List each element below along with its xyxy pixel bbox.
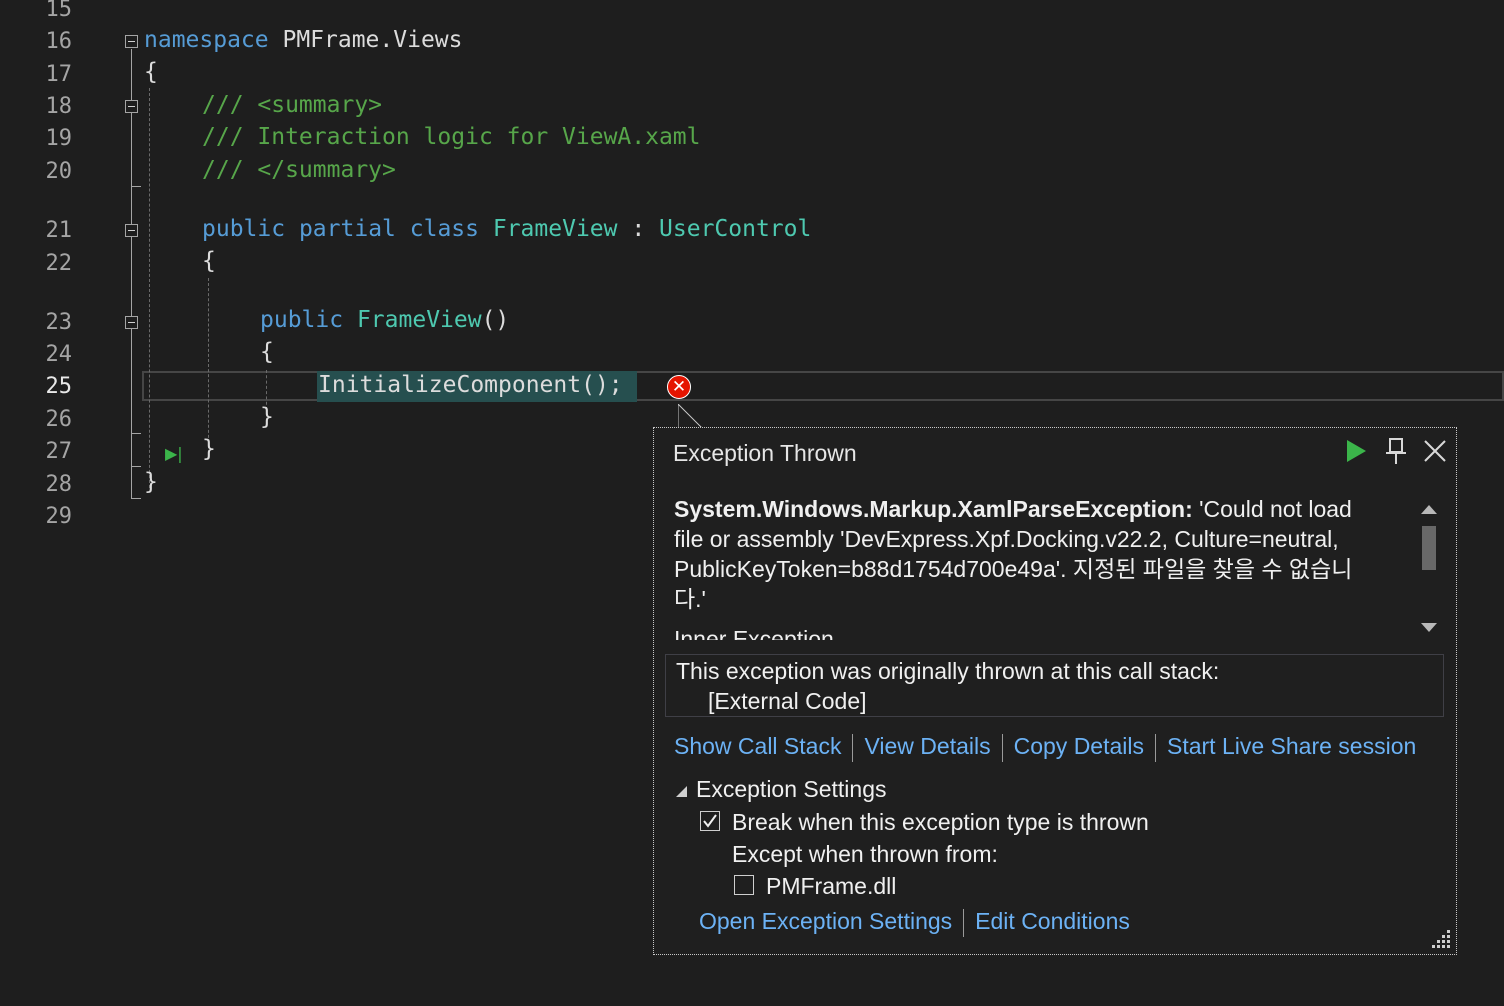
outline-bar [131, 49, 132, 499]
link-separator [1155, 733, 1156, 762]
code-line-19: /// Interaction logic for ViewA.xaml [202, 124, 701, 150]
code-token: FrameView [492, 216, 618, 242]
code-line-17: { [144, 59, 158, 85]
line-number-current: 25 [45, 374, 73, 399]
code-line-25: InitializeComponent(); [318, 372, 623, 398]
exception-message[interactable]: System.Windows.Markup.XamlParseException… [674, 494, 1394, 640]
module-checkbox[interactable] [734, 875, 754, 895]
open-exception-settings-link[interactable]: Open Exception Settings [699, 908, 952, 934]
run-to-click-icon[interactable]: ▶| [165, 444, 183, 463]
call-stack-box[interactable]: This exception was originally thrown at … [665, 654, 1444, 717]
code-token: class [409, 216, 479, 242]
close-button[interactable] [1420, 436, 1450, 466]
link-separator [852, 733, 854, 762]
settings-links: Open Exception Settings Edit Conditions [699, 908, 1130, 937]
checkmark-icon [703, 814, 717, 828]
break-checkbox[interactable] [700, 811, 720, 831]
collapse-constructor-icon[interactable] [125, 316, 138, 329]
line-number: 19 [45, 126, 73, 151]
code-token: : [617, 216, 660, 242]
code-token: public [202, 216, 286, 242]
message-scrollbar[interactable] [1414, 494, 1444, 642]
code-line-18: /// <summary> [202, 92, 383, 118]
view-details-link[interactable]: View Details [864, 733, 990, 759]
link-separator [963, 908, 965, 937]
popup-pointer [678, 404, 703, 428]
code-token: UserControl [659, 216, 812, 242]
line-number: 15 [45, 0, 73, 22]
outline-end [131, 498, 141, 499]
line-number: 29 [45, 504, 73, 529]
code-line-27: } [202, 436, 216, 462]
code-token: () [481, 307, 510, 333]
message-line: PublicKeyToken=b88d1754d700e49a'. 지정된 파일… [674, 556, 1353, 582]
inner-exception-label: Inner Exception [674, 626, 834, 640]
code-token: PMFrame.Views [268, 27, 463, 53]
code-line-23: public FrameView() [260, 305, 509, 335]
continue-button[interactable] [1341, 436, 1371, 466]
line-number: 17 [45, 62, 73, 87]
message-line: file or assembly 'DevExpress.Xpf.Docking… [674, 526, 1339, 552]
edit-conditions-link[interactable]: Edit Conditions [975, 908, 1130, 934]
outline-end [131, 466, 141, 467]
settings-header: Exception Settings [696, 776, 887, 802]
indent-guide [208, 278, 209, 448]
play-icon [1347, 440, 1366, 462]
stack-header: This exception was originally thrown at … [676, 658, 1220, 684]
message-line: System.Windows.Markup.XamlParseException… [674, 494, 1394, 524]
code-token: public [260, 307, 344, 333]
collapse-namespace-icon[interactable] [125, 35, 138, 48]
code-line-20: /// </summary> [202, 157, 396, 183]
close-icon [1424, 440, 1446, 462]
code-line-22: { [202, 248, 216, 274]
message-text: 'Could not load [1192, 496, 1352, 522]
line-number: 21 [45, 218, 73, 243]
code-line-16: namespace PMFrame.Views [144, 25, 463, 55]
code-line-21: public partial class FrameView : UserCon… [202, 214, 811, 244]
code-line-26: } [260, 404, 274, 430]
message-line: 다.' [674, 586, 706, 612]
line-number: 18 [45, 94, 73, 119]
code-token: FrameView [356, 307, 482, 333]
indent-guide [149, 88, 150, 488]
link-separator [1001, 733, 1003, 762]
exception-settings-toggle[interactable]: Exception Settings [674, 776, 887, 803]
copy-details-link[interactable]: Copy Details [1014, 733, 1144, 759]
exception-popup: Exception Thrown System.Windows.Markup.X… [653, 427, 1457, 955]
line-number: 24 [45, 342, 73, 367]
action-links: Show Call Stack View Details Copy Details S… [674, 733, 1416, 762]
outline-end [131, 186, 141, 187]
collapse-triangle-icon [676, 785, 687, 797]
module-label: PMFrame.dll [766, 873, 897, 899]
line-number: 23 [45, 310, 73, 335]
line-number: 28 [45, 472, 73, 497]
line-number: 22 [45, 251, 73, 276]
code-line-28: } [144, 469, 158, 495]
popup-title: Exception Thrown [673, 440, 857, 466]
pin-icon [1386, 438, 1406, 464]
error-circle-icon[interactable]: ✕ [667, 375, 691, 399]
line-number: 26 [45, 407, 73, 432]
outline-end [131, 433, 141, 434]
line-number: 20 [45, 159, 73, 184]
collapse-class-icon[interactable] [125, 224, 138, 237]
code-token: partial [298, 216, 396, 242]
line-number: 27 [45, 439, 73, 464]
pin-button[interactable] [1381, 436, 1411, 466]
stack-frame: [External Code] [708, 688, 867, 714]
line-number: 16 [45, 29, 73, 54]
except-label: Except when thrown from: [732, 841, 998, 867]
start-live-share-link[interactable]: Start Live Share session [1167, 733, 1416, 759]
code-token: namespace [144, 27, 269, 53]
break-label: Break when this exception type is thrown [732, 809, 1149, 835]
resize-grip-icon[interactable] [1430, 928, 1452, 950]
exception-type: System.Windows.Markup.XamlParseException… [674, 496, 1193, 522]
code-line-24: { [260, 339, 274, 365]
show-call-stack-link[interactable]: Show Call Stack [674, 733, 841, 759]
collapse-summary-icon[interactable] [125, 100, 138, 113]
